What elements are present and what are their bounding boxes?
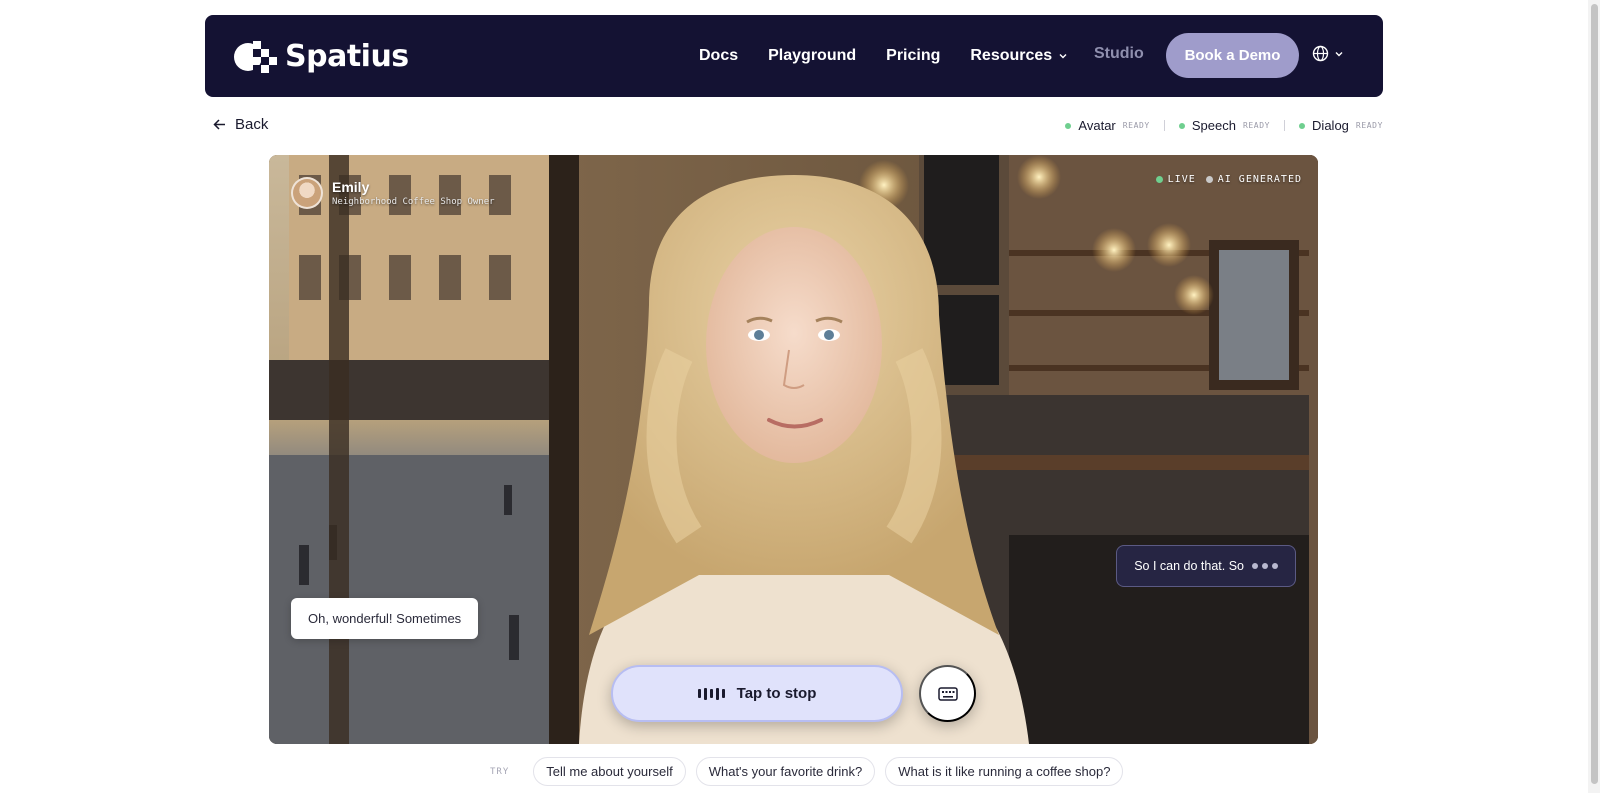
ai-dot xyxy=(1205,175,1213,183)
nav-link-pricing[interactable]: Pricing xyxy=(886,47,940,65)
brand-name: Spatius xyxy=(285,38,409,74)
spatius-logo-icon xyxy=(234,41,277,73)
audio-wave-icon xyxy=(697,687,725,700)
top-navbar: Spatius Docs Playground Pricing Resource… xyxy=(205,15,1383,97)
brand-logo[interactable]: Spatius xyxy=(233,37,409,75)
nav-link-resources-label: Resources xyxy=(970,47,1053,64)
book-demo-button[interactable]: Book a Demo xyxy=(1166,33,1299,78)
chevron-down-icon xyxy=(1059,54,1067,59)
typing-indicator xyxy=(1252,563,1278,569)
avatar-video-stage: Emily Neighborhood Coffee Shop Owner LIV… xyxy=(269,155,1318,744)
persona-card: Emily Neighborhood Coffee Shop Owner xyxy=(291,177,495,209)
try-label: TRY xyxy=(490,766,510,777)
persona-role: Neighborhood Coffee Shop Owner xyxy=(332,197,495,207)
keyboard-input-button[interactable] xyxy=(919,665,976,722)
status-label: Speech xyxy=(1191,118,1236,133)
tap-to-stop-button[interactable]: Tap to stop xyxy=(611,665,903,722)
suggestion-chip[interactable]: Tell me about yourself xyxy=(533,757,686,786)
suggestion-chip[interactable]: What is it like running a coffee shop? xyxy=(885,757,1124,786)
status-dialog: Dialog READY xyxy=(1299,118,1383,133)
cafe-scene-image xyxy=(269,155,1318,744)
status-speech: Speech READY xyxy=(1178,118,1271,133)
live-badge: LIVE xyxy=(1155,174,1196,185)
suggestion-chip[interactable]: What's your favorite drink? xyxy=(695,757,876,786)
status-avatar: Avatar READY xyxy=(1065,118,1149,133)
status-dot xyxy=(1065,122,1072,129)
status-label: Avatar xyxy=(1078,118,1116,133)
status-state: READY xyxy=(1355,121,1383,130)
nav-links: Docs Playground Pricing Resources xyxy=(699,15,1068,97)
suggestion-bar: TRY Tell me about yourself What's your f… xyxy=(490,757,1124,786)
live-label: LIVE xyxy=(1167,174,1196,185)
nav-link-resources[interactable]: Resources xyxy=(970,47,1068,65)
page-scrollbar[interactable] xyxy=(1588,0,1600,793)
status-state: READY xyxy=(1122,121,1150,130)
divider xyxy=(1284,120,1286,131)
nav-link-playground[interactable]: Playground xyxy=(768,47,856,65)
status-dot xyxy=(1178,122,1185,129)
scrollbar-thumb[interactable] xyxy=(1591,4,1598,784)
globe-icon xyxy=(1312,45,1329,62)
ai-generated-label: AI GENERATED xyxy=(1217,174,1302,185)
ai-speech-bubble: So I can do that. So xyxy=(1116,545,1296,587)
persona-name: Emily xyxy=(332,179,370,195)
nav-link-studio[interactable]: Studio xyxy=(1094,45,1144,63)
system-status-bar: Avatar READY Speech READY Dialog READY xyxy=(1065,118,1383,133)
keyboard-icon xyxy=(937,686,958,701)
live-dot xyxy=(1155,175,1163,183)
ai-generated-badge: AI GENERATED xyxy=(1205,174,1302,185)
status-dot xyxy=(1299,122,1306,129)
persona-info: Emily Neighborhood Coffee Shop Owner xyxy=(332,179,495,207)
status-label: Dialog xyxy=(1312,118,1349,133)
avatar xyxy=(291,177,323,209)
ai-message-text: So I can do that. So xyxy=(1134,559,1244,573)
divider xyxy=(1163,120,1165,131)
live-indicator: LIVE AI GENERATED xyxy=(1155,174,1302,185)
user-speech-bubble: Oh, wonderful! Sometimes xyxy=(291,598,479,639)
chevron-down-icon xyxy=(1335,51,1343,56)
back-link[interactable]: Back xyxy=(212,116,268,133)
nav-link-docs[interactable]: Docs xyxy=(699,47,738,65)
language-selector[interactable] xyxy=(1312,45,1344,62)
stop-label: Tap to stop xyxy=(736,685,817,702)
status-state: READY xyxy=(1242,121,1271,130)
arrow-left-icon xyxy=(213,119,225,130)
back-label: Back xyxy=(235,116,269,133)
